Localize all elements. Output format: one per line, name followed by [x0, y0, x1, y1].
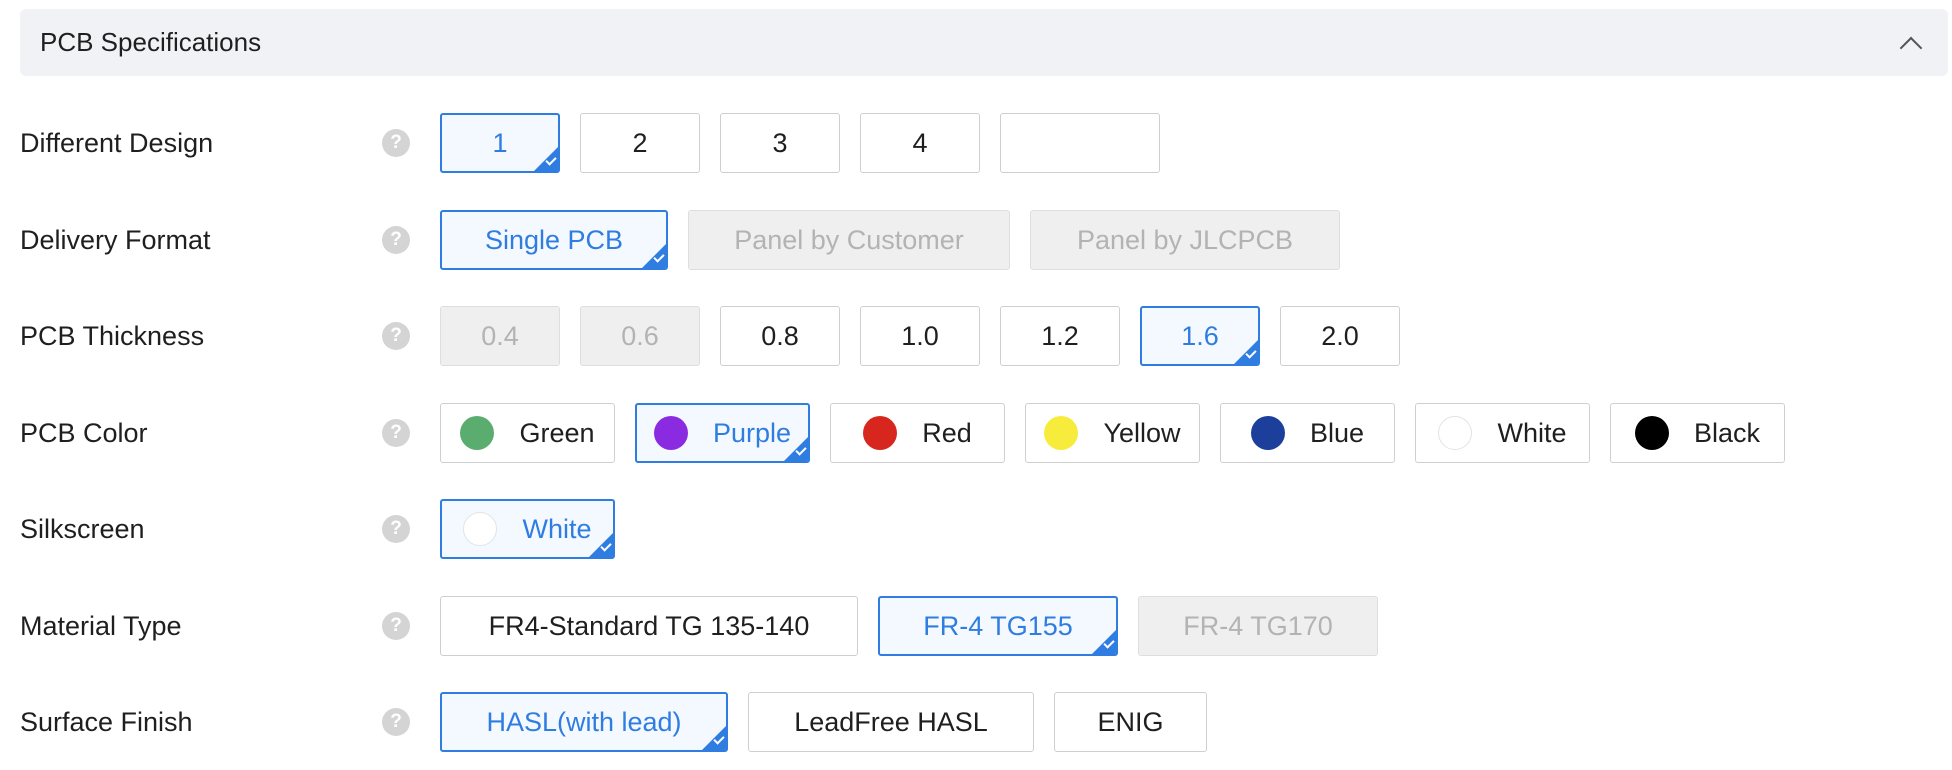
- color-swatch-icon: [1438, 416, 1473, 450]
- option-color-white[interactable]: White: [1415, 403, 1590, 463]
- option-material-fr4-standard[interactable]: FR4-Standard TG 135-140: [440, 596, 858, 656]
- option-panel-by-customer: Panel by Customer: [688, 210, 1010, 270]
- color-swatch-icon: [1634, 416, 1669, 450]
- selected-check-icon: [1234, 340, 1258, 364]
- option-color-red[interactable]: Red: [830, 403, 1005, 463]
- row-pcb-color: PCB Color ? Green Purple Red Yellow Blue…: [0, 403, 1952, 463]
- option-thickness-2-0[interactable]: 2.0: [1280, 306, 1400, 366]
- selected-check-icon: [784, 437, 808, 461]
- option-thickness-1-0[interactable]: 1.0: [860, 306, 980, 366]
- section-header[interactable]: PCB Specifications: [20, 9, 1948, 76]
- row-surface-finish: Surface Finish ? HASL(with lead) LeadFre…: [0, 692, 1952, 752]
- help-icon[interactable]: ?: [382, 226, 410, 254]
- selected-check-icon: [642, 244, 666, 268]
- row-material-type: Material Type ? FR4-Standard TG 135-140 …: [0, 596, 1952, 656]
- option-design-2[interactable]: 2: [580, 113, 700, 173]
- row-different-design: Different Design ? 1 2 3 4: [0, 113, 1952, 173]
- option-color-purple[interactable]: Purple: [635, 403, 810, 463]
- option-thickness-0-6: 0.6: [580, 306, 700, 366]
- option-material-fr4-tg155[interactable]: FR-4 TG155: [878, 596, 1118, 656]
- option-finish-leadfree-hasl[interactable]: LeadFree HASL: [748, 692, 1034, 752]
- option-thickness-0-4: 0.4: [440, 306, 560, 366]
- option-thickness-1-6[interactable]: 1.6: [1140, 306, 1260, 366]
- selected-check-icon: [589, 533, 613, 557]
- row-silkscreen: Silkscreen ? White: [0, 499, 1952, 559]
- option-color-yellow[interactable]: Yellow: [1025, 403, 1200, 463]
- help-icon[interactable]: ?: [382, 322, 410, 350]
- selected-check-icon: [534, 147, 558, 171]
- color-swatch-icon: [463, 512, 498, 546]
- row-delivery-format: Delivery Format ? Single PCB Panel by Cu…: [0, 210, 1952, 270]
- option-silkscreen-white[interactable]: White: [440, 499, 615, 559]
- row-label: PCB Color: [20, 418, 148, 448]
- help-icon[interactable]: ?: [382, 419, 410, 447]
- row-label: Surface Finish: [20, 707, 193, 737]
- option-thickness-0-8[interactable]: 0.8: [720, 306, 840, 366]
- color-swatch-icon: [653, 416, 688, 450]
- color-swatch-icon: [460, 416, 495, 450]
- option-design-1[interactable]: 1: [440, 113, 560, 173]
- option-finish-hasl-lead[interactable]: HASL(with lead): [440, 692, 728, 752]
- row-label: Material Type: [20, 611, 182, 641]
- option-design-custom-input[interactable]: [1000, 113, 1160, 173]
- option-color-blue[interactable]: Blue: [1220, 403, 1395, 463]
- help-icon[interactable]: ?: [382, 515, 410, 543]
- option-material-fr4-tg170: FR-4 TG170: [1138, 596, 1378, 656]
- row-label: Silkscreen: [20, 514, 145, 544]
- section-title: PCB Specifications: [40, 27, 262, 57]
- color-swatch-icon: [1250, 416, 1285, 450]
- selected-check-icon: [702, 726, 726, 750]
- help-icon[interactable]: ?: [382, 708, 410, 736]
- selected-check-icon: [1092, 630, 1116, 654]
- row-label: Delivery Format: [20, 225, 211, 255]
- help-icon[interactable]: ?: [382, 612, 410, 640]
- option-thickness-1-2[interactable]: 1.2: [1000, 306, 1120, 366]
- color-swatch-icon: [863, 416, 898, 450]
- row-pcb-thickness: PCB Thickness ? 0.4 0.6 0.8 1.0 1.2 1.6 …: [0, 306, 1952, 366]
- option-design-4[interactable]: 4: [860, 113, 980, 173]
- chevron-up-icon[interactable]: [1896, 29, 1924, 57]
- option-design-3[interactable]: 3: [720, 113, 840, 173]
- option-single-pcb[interactable]: Single PCB: [440, 210, 668, 270]
- option-finish-enig[interactable]: ENIG: [1054, 692, 1207, 752]
- color-swatch-icon: [1044, 416, 1079, 450]
- row-label: Different Design: [20, 128, 214, 158]
- row-label: PCB Thickness: [20, 321, 205, 351]
- option-color-black[interactable]: Black: [1610, 403, 1785, 463]
- option-panel-by-jlcpcb: Panel by JLCPCB: [1030, 210, 1340, 270]
- option-color-green[interactable]: Green: [440, 403, 615, 463]
- help-icon[interactable]: ?: [382, 129, 410, 157]
